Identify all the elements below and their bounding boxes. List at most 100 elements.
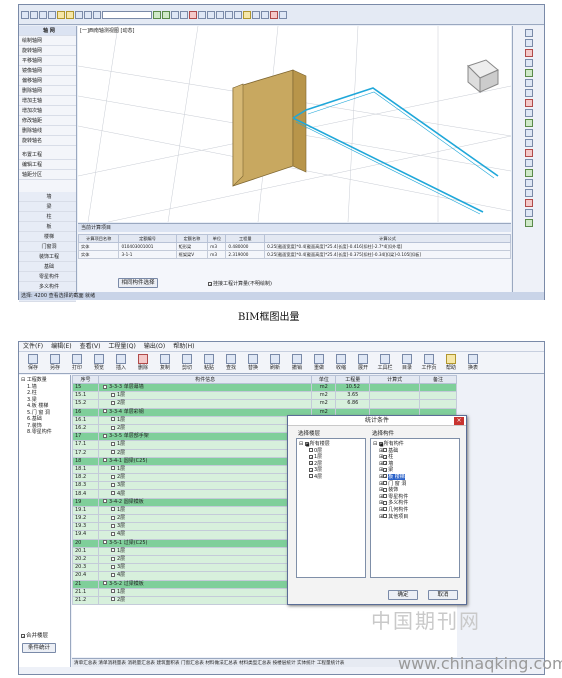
open-icon[interactable] bbox=[30, 10, 38, 19]
toolbar-button[interactable]: 收缩 bbox=[333, 352, 349, 373]
mirror-icon[interactable] bbox=[180, 10, 188, 19]
delete-icon[interactable] bbox=[189, 10, 197, 19]
zoom-out-icon[interactable] bbox=[524, 59, 533, 67]
toolbar-button[interactable]: 撤销 bbox=[289, 352, 305, 373]
merge-floors-checkbox[interactable]: ✓合并楼层 bbox=[21, 631, 48, 639]
toolbar-button[interactable]: 剪切 bbox=[179, 352, 195, 373]
expand-icon[interactable] bbox=[110, 466, 115, 471]
calc-icon[interactable] bbox=[243, 10, 251, 19]
toolbar-button[interactable]: 粘贴 bbox=[201, 352, 217, 373]
checkbox-box[interactable] bbox=[383, 507, 388, 512]
expand-icon[interactable] bbox=[110, 417, 115, 422]
grid-col-header[interactable]: 序号 bbox=[72, 375, 99, 384]
side-item[interactable]: 绘制轴网 bbox=[19, 36, 76, 46]
table-row[interactable]: 15 3-3-3 单层幕墙 m2 10.52 bbox=[72, 382, 457, 393]
member-option[interactable]: ⊞✓板 楼梯 bbox=[371, 473, 459, 481]
condition-stats-button[interactable]: 条件统计 bbox=[22, 643, 56, 653]
tree-item[interactable]: 8.零星构件 bbox=[19, 429, 70, 436]
checkbox-box[interactable]: ✓ bbox=[383, 474, 388, 479]
checkbox-box[interactable]: ■ bbox=[304, 441, 310, 446]
expand-icon[interactable] bbox=[110, 441, 115, 446]
expand-icon[interactable] bbox=[110, 589, 115, 594]
category-item[interactable]: 板 bbox=[19, 222, 76, 232]
copy-icon[interactable] bbox=[93, 10, 101, 19]
cancel-button[interactable]: 取消 bbox=[428, 590, 458, 600]
floor-select[interactable] bbox=[102, 10, 152, 19]
checkbox-box[interactable]: ✓ bbox=[21, 633, 25, 638]
floor-option[interactable]: ✓3层 bbox=[297, 467, 365, 474]
grid-col-header[interactable]: 计算式 bbox=[369, 375, 421, 384]
toolbar-button[interactable]: 另存 bbox=[47, 352, 63, 373]
expand-icon[interactable] bbox=[110, 572, 115, 577]
member-option[interactable]: ⊞ 门 窗 洞 bbox=[371, 481, 459, 488]
side-extra-item[interactable]: 轴距分区 bbox=[19, 170, 76, 180]
expand-icon[interactable] bbox=[110, 597, 115, 602]
grid-col-header[interactable]: 工程量 bbox=[335, 375, 371, 384]
category-item[interactable]: 多义构件 bbox=[19, 282, 76, 292]
toolbar-button[interactable]: 帮助 bbox=[443, 352, 459, 373]
toolbar-button[interactable]: 打印 bbox=[69, 352, 85, 373]
checkbox-box[interactable]: ✓ bbox=[309, 467, 313, 472]
side-item[interactable]: 修改轴距 bbox=[19, 116, 76, 126]
side-item[interactable]: 旋转轴名 bbox=[19, 136, 76, 146]
category-item[interactable]: 墙 bbox=[19, 192, 76, 202]
select-same-button[interactable]: 相同构件选择 bbox=[118, 278, 158, 288]
section-icon[interactable] bbox=[524, 99, 533, 107]
expand-icon[interactable] bbox=[110, 548, 115, 553]
menu-item[interactable]: 编辑(E) bbox=[51, 342, 71, 351]
collapse-icon[interactable] bbox=[102, 409, 107, 414]
category-item[interactable]: 柱 bbox=[19, 212, 76, 222]
floor-option[interactable]: 0层 bbox=[297, 448, 365, 455]
menu-item[interactable]: 输出(O) bbox=[144, 342, 165, 351]
expand-icon[interactable] bbox=[110, 491, 115, 496]
side-item[interactable]: 删除轴网 bbox=[19, 86, 76, 96]
grid-col-header[interactable]: 备注 bbox=[419, 375, 457, 384]
help-icon[interactable] bbox=[279, 10, 287, 19]
color-icon[interactable] bbox=[524, 159, 533, 167]
expand-icon[interactable] bbox=[110, 482, 115, 487]
collapse-icon[interactable] bbox=[102, 458, 107, 463]
checkbox-box[interactable] bbox=[383, 494, 388, 499]
checkbox-box[interactable]: ✓ bbox=[309, 454, 313, 459]
toolbar-button[interactable]: 展开 bbox=[355, 352, 371, 373]
side-item[interactable]: 增加主轴 bbox=[19, 96, 76, 106]
menu-item[interactable]: 文件(F) bbox=[23, 342, 43, 351]
collapse-icon[interactable] bbox=[102, 540, 107, 545]
member-option[interactable]: ⊞✓墙 bbox=[371, 461, 459, 468]
side-item[interactable]: 旋转轴网 bbox=[19, 46, 76, 56]
toolbar-button[interactable]: 换表 bbox=[465, 352, 481, 373]
menu-item[interactable]: 工程量(Q) bbox=[108, 342, 135, 351]
close-icon[interactable]: × bbox=[454, 417, 464, 425]
rotate-icon[interactable] bbox=[524, 79, 533, 87]
toolbar-button[interactable]: 预览 bbox=[91, 352, 107, 373]
category-item[interactable]: 基础 bbox=[19, 262, 76, 272]
settings-icon[interactable] bbox=[524, 199, 533, 207]
new-icon[interactable] bbox=[21, 10, 29, 19]
grid-col-header[interactable]: 构件信息 bbox=[97, 375, 313, 384]
toolbar-button[interactable]: 替换 bbox=[245, 352, 261, 373]
extend-icon[interactable] bbox=[216, 10, 224, 19]
collapse-icon[interactable] bbox=[102, 384, 107, 389]
calc-checkbox[interactable]: ✓挂接工程计算量(不明绘制) bbox=[208, 280, 272, 287]
pan-icon[interactable] bbox=[162, 10, 170, 19]
expand-icon[interactable] bbox=[110, 450, 115, 455]
checkbox-box[interactable] bbox=[309, 474, 313, 479]
toolbar-button[interactable]: 重做 bbox=[311, 352, 327, 373]
print-icon[interactable] bbox=[48, 10, 56, 19]
member-option[interactable]: ⊞✓柱 bbox=[371, 454, 459, 461]
expand-icon[interactable] bbox=[110, 515, 115, 520]
expand-icon[interactable] bbox=[110, 556, 115, 561]
side-extra-item[interactable]: 编辑工程 bbox=[19, 160, 76, 170]
checkbox-box[interactable]: ✓ bbox=[309, 461, 313, 466]
checkbox-box[interactable]: ✓ bbox=[383, 461, 388, 466]
fit-icon[interactable] bbox=[524, 89, 533, 97]
toolbar-button[interactable]: 目录 bbox=[399, 352, 415, 373]
side-item[interactable]: 删除轴线 bbox=[19, 126, 76, 136]
save-icon[interactable] bbox=[39, 10, 47, 19]
member-option[interactable]: ⊞✓梁 bbox=[371, 467, 459, 474]
checkbox-box[interactable]: ■ bbox=[378, 441, 384, 446]
side-item[interactable]: 偏移轴网 bbox=[19, 76, 76, 86]
undo-icon[interactable] bbox=[57, 10, 65, 19]
trim-icon[interactable] bbox=[207, 10, 215, 19]
calc-row[interactable]: 实体 010403001001 矩形梁 m3 0.480000 0.25[截面宽度]*0.… bbox=[77, 241, 511, 252]
